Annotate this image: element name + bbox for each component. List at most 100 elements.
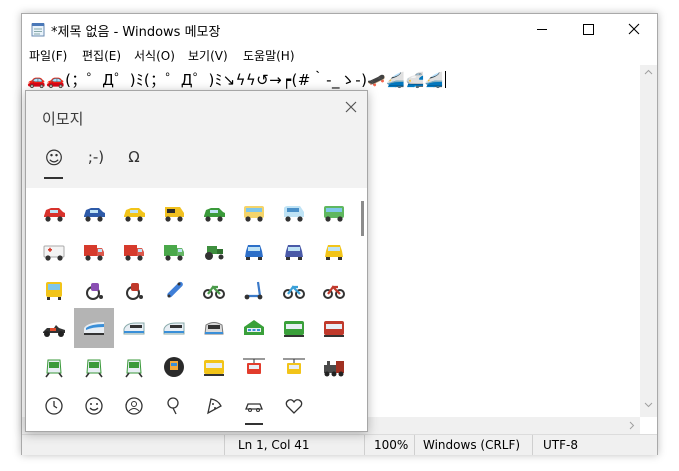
emoji-trolleybus[interactable] (234, 192, 274, 232)
emoji-taxi-front[interactable] (314, 231, 354, 271)
emoji-train-front[interactable] (154, 347, 194, 387)
emoji-railway-car[interactable] (274, 308, 314, 348)
menu-format[interactable]: 서식(O) (134, 47, 175, 64)
status-zoom: 100% (374, 438, 409, 452)
menu-view[interactable]: 보기(V) (188, 47, 228, 64)
window-title: *제목 없음 - Windows 메모장 (51, 25, 221, 40)
motorcycle-icon (323, 285, 345, 299)
close-icon (628, 23, 640, 35)
emoji-skateboard[interactable] (154, 270, 194, 310)
emoji-police-car-front[interactable] (274, 231, 314, 271)
title-bar[interactable]: *제목 없음 - Windows 메모장 (22, 14, 657, 44)
auto-rickshaw-icon (165, 207, 184, 222)
smiley-icon (85, 397, 103, 415)
emoji-auto-rickshaw[interactable] (154, 192, 194, 232)
emoji-racing-car[interactable] (34, 308, 74, 348)
emoji-delivery-truck[interactable] (114, 231, 154, 271)
car-icon (245, 403, 263, 412)
tab-symbols[interactable]: Ω (122, 148, 146, 172)
maximize-button[interactable] (565, 14, 611, 44)
skateboard-icon (167, 281, 183, 298)
notepad-icon (31, 23, 45, 37)
emoji-train[interactable] (154, 308, 194, 348)
status-line-ending: Windows (CRLF) (423, 438, 521, 452)
motor-scooter-icon (283, 285, 305, 299)
status-separator (414, 435, 415, 455)
menu-edit[interactable]: 편집(E) (82, 47, 121, 64)
emoji-aerial-tramway[interactable] (274, 347, 314, 387)
emoji-picker-header: 이모지 ☺ ;-) Ω (26, 91, 367, 188)
status-position: Ln 1, Col 41 (238, 438, 310, 452)
emoji-picker-title: 이모지 (42, 110, 84, 128)
pin-icon (167, 397, 179, 415)
vertical-scroll-arrows (644, 69, 653, 408)
emoji-motorized-wheelchair[interactable] (114, 270, 154, 310)
racing-car-icon (43, 325, 65, 337)
metro-icon (45, 359, 63, 378)
status-encoding: UTF-8 (543, 438, 578, 452)
tab-kaomoji[interactable]: ;-) (80, 148, 112, 172)
category-pizza-icon[interactable] (202, 394, 226, 418)
car-front-icon (245, 245, 263, 260)
emoji-steam-locomotive[interactable] (314, 347, 354, 387)
tab-emoji[interactable]: ☺ (42, 148, 66, 172)
emoji-taxi[interactable] (114, 192, 154, 232)
emoji-bullet-train[interactable] (114, 308, 154, 348)
emoji-monorail[interactable] (114, 347, 154, 387)
emoji-car-front[interactable] (234, 231, 274, 271)
emoji-grid-scrollbar[interactable] (361, 201, 364, 236)
tram-icon (324, 206, 344, 222)
emoji-police-car[interactable] (74, 192, 114, 232)
emoji-high-speed-train[interactable] (74, 308, 114, 348)
pizza-icon (207, 398, 222, 415)
emoji-fire-engine[interactable] (74, 231, 114, 271)
emoji-bus-front[interactable] (34, 270, 74, 310)
emoji-kick-scooter[interactable] (234, 270, 274, 310)
category-smiley-icon[interactable] (82, 394, 106, 418)
status-separator (364, 435, 365, 455)
emoji-minibus[interactable] (274, 192, 314, 232)
train-icon (163, 322, 185, 335)
category-car-icon[interactable] (242, 394, 266, 418)
emoji-mountain-railway[interactable] (194, 347, 234, 387)
police-car-front-icon (285, 245, 303, 260)
menu-help[interactable]: 도움말(H) (243, 47, 295, 64)
emoji-lorry[interactable] (154, 231, 194, 271)
emoji-bicycle[interactable] (194, 270, 234, 310)
emoji-motorcycle[interactable] (314, 270, 354, 310)
bus-front-icon (46, 282, 62, 300)
emoji-tram[interactable] (314, 192, 354, 232)
emoji-ambulance[interactable] (34, 231, 74, 271)
category-heart-icon[interactable] (282, 394, 306, 418)
delivery-truck-icon (124, 245, 144, 261)
category-pin-icon[interactable] (162, 394, 186, 418)
train-front-icon (164, 357, 184, 377)
emoji-locomotive-front[interactable] (194, 308, 234, 348)
ambulance-icon (43, 245, 65, 261)
manual-wheelchair-icon (86, 283, 103, 300)
active-category-underline (245, 423, 263, 425)
emoji-tractor[interactable] (194, 231, 234, 271)
steam-locomotive-icon (324, 361, 344, 377)
minimize-button[interactable] (519, 14, 565, 44)
maximize-icon (583, 24, 594, 35)
emoji-manual-wheelchair[interactable] (74, 270, 114, 310)
vertical-scrollbar[interactable] (640, 65, 657, 417)
status-separator (224, 435, 225, 455)
emoji-metro[interactable] (34, 347, 74, 387)
emoji-mountain-cableway[interactable] (234, 347, 274, 387)
car-red-icon (44, 208, 65, 222)
locomotive-front-icon (204, 322, 224, 335)
menu-file[interactable]: 파일(F) (29, 47, 67, 64)
close-button[interactable] (611, 14, 657, 44)
text-caret (444, 71, 446, 88)
category-person-icon[interactable] (122, 394, 146, 418)
emoji-motor-scooter[interactable] (274, 270, 314, 310)
emoji-car-red[interactable] (34, 192, 74, 232)
emoji-tram-car[interactable] (314, 308, 354, 348)
category-clock-icon[interactable] (42, 394, 66, 418)
emoji-suv[interactable] (194, 192, 234, 232)
emoji-light-rail[interactable] (74, 347, 114, 387)
close-icon[interactable] (343, 99, 359, 115)
emoji-station[interactable] (234, 308, 274, 348)
